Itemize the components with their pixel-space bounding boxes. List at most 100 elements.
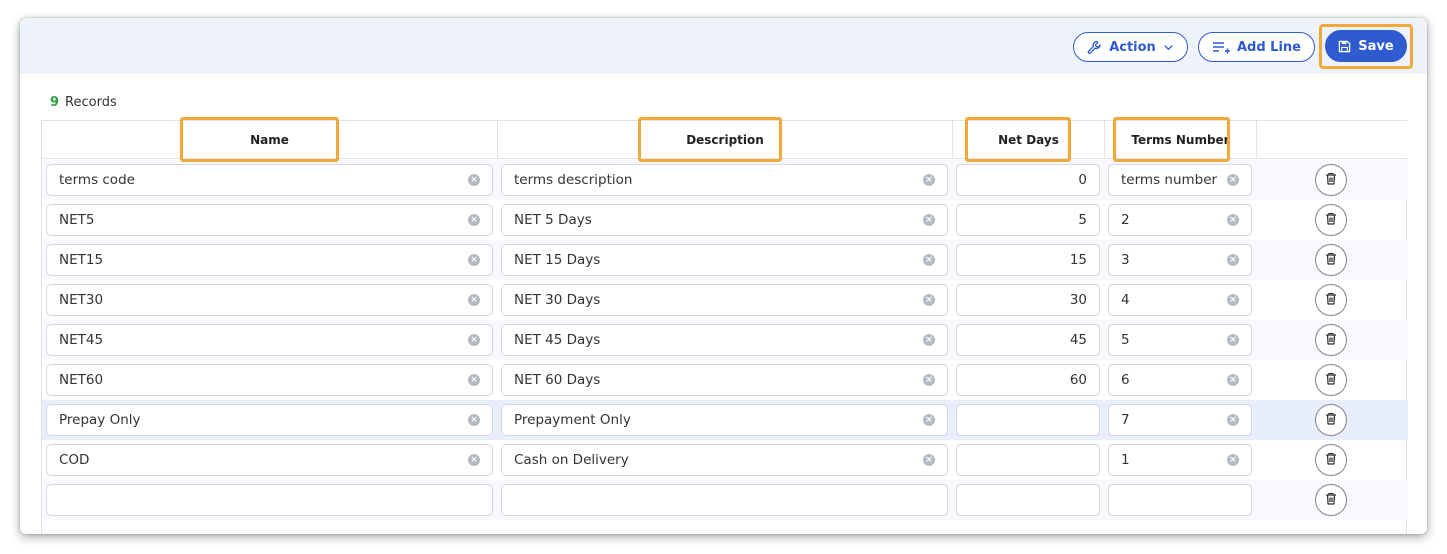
name-input[interactable]: NET30 × <box>46 284 493 316</box>
table-row: NET15 × NET 15 Days × 15 3 × <box>42 240 1408 280</box>
column-header-description[interactable]: Description <box>498 121 953 159</box>
clear-x-icon[interactable]: × <box>1227 414 1239 426</box>
terms-number-input[interactable]: 5 × <box>1108 324 1252 356</box>
net-days-input[interactable] <box>956 444 1100 476</box>
terms-number-value: 7 <box>1121 412 1130 428</box>
clear-x-icon[interactable]: × <box>923 254 935 266</box>
clear-x-icon[interactable]: × <box>468 374 480 386</box>
description-value: NET 60 Days <box>514 372 601 388</box>
add-line-button[interactable]: Add Line <box>1198 32 1315 62</box>
column-header-net-days[interactable]: Net Days <box>953 121 1105 159</box>
delete-row-button[interactable] <box>1315 164 1347 196</box>
column-header-label: Description <box>686 133 764 147</box>
clear-x-icon[interactable]: × <box>1227 454 1239 466</box>
table-row: NET60 × NET 60 Days × 60 6 × <box>42 360 1408 400</box>
description-input[interactable]: NET 5 Days × <box>501 204 948 236</box>
net-days-input[interactable]: 60 <box>956 364 1100 396</box>
delete-row-button[interactable] <box>1315 324 1347 356</box>
description-value: terms description <box>514 172 633 188</box>
clear-x-icon[interactable]: × <box>923 374 935 386</box>
column-header-terms-number[interactable]: Terms Number <box>1105 121 1257 159</box>
clear-x-icon[interactable]: × <box>468 174 480 186</box>
name-input[interactable]: NET60 × <box>46 364 493 396</box>
delete-row-button[interactable] <box>1315 244 1347 276</box>
clear-x-icon[interactable]: × <box>468 254 480 266</box>
description-input[interactable]: NET 60 Days × <box>501 364 948 396</box>
name-input[interactable]: NET45 × <box>46 324 493 356</box>
description-input[interactable]: Cash on Delivery × <box>501 444 948 476</box>
trash-icon <box>1324 171 1338 190</box>
description-input[interactable] <box>501 484 948 516</box>
clear-x-icon[interactable]: × <box>1227 294 1239 306</box>
clear-x-icon[interactable]: × <box>923 414 935 426</box>
clear-x-icon[interactable]: × <box>1227 174 1239 186</box>
clear-x-icon[interactable]: × <box>1227 374 1239 386</box>
delete-row-button[interactable] <box>1315 364 1347 396</box>
net-days-input[interactable]: 30 <box>956 284 1100 316</box>
name-input[interactable]: NET15 × <box>46 244 493 276</box>
name-input[interactable]: Prepay Only × <box>46 404 493 436</box>
delete-row-button[interactable] <box>1315 444 1347 476</box>
save-button[interactable]: Save <box>1325 30 1407 62</box>
description-input[interactable]: terms description × <box>501 164 948 196</box>
net-days-value: 30 <box>1069 292 1087 308</box>
clear-x-icon[interactable]: × <box>468 294 480 306</box>
terms-number-input[interactable]: 3 × <box>1108 244 1252 276</box>
trash-icon <box>1324 411 1338 430</box>
table-row: Prepay Only × Prepayment Only × 7 × <box>42 400 1408 440</box>
terms-number-input[interactable]: 2 × <box>1108 204 1252 236</box>
terms-number-input[interactable]: 6 × <box>1108 364 1252 396</box>
action-button[interactable]: Action <box>1073 32 1188 62</box>
clear-x-icon[interactable]: × <box>923 294 935 306</box>
terms-number-value: 4 <box>1121 292 1130 308</box>
net-days-value: 45 <box>1069 332 1087 348</box>
floppy-disk-icon <box>1338 40 1351 53</box>
table-row: NET45 × NET 45 Days × 45 5 × <box>42 320 1408 360</box>
name-input[interactable]: terms code × <box>46 164 493 196</box>
delete-row-button[interactable] <box>1315 284 1347 316</box>
trash-icon <box>1324 251 1338 270</box>
net-days-value: 60 <box>1069 372 1087 388</box>
list-add-icon <box>1212 40 1230 54</box>
terms-number-value: 6 <box>1121 372 1130 388</box>
description-input[interactable]: NET 30 Days × <box>501 284 948 316</box>
clear-x-icon[interactable]: × <box>923 454 935 466</box>
clear-x-icon[interactable]: × <box>1227 254 1239 266</box>
net-days-input[interactable] <box>956 484 1100 516</box>
chevron-down-icon <box>1163 42 1174 53</box>
delete-row-button[interactable] <box>1315 404 1347 436</box>
clear-x-icon[interactable]: × <box>468 334 480 346</box>
terms-number-input[interactable]: 7 × <box>1108 404 1252 436</box>
clear-x-icon[interactable]: × <box>468 414 480 426</box>
delete-row-button[interactable] <box>1315 484 1347 516</box>
name-input[interactable]: COD × <box>46 444 493 476</box>
clear-x-icon[interactable]: × <box>923 334 935 346</box>
clear-x-icon[interactable]: × <box>468 454 480 466</box>
terms-number-input[interactable] <box>1108 484 1252 516</box>
net-days-input[interactable]: 45 <box>956 324 1100 356</box>
clear-x-icon[interactable]: × <box>1227 214 1239 226</box>
delete-row-button[interactable] <box>1315 204 1347 236</box>
terms-number-input[interactable]: 4 × <box>1108 284 1252 316</box>
clear-x-icon[interactable]: × <box>923 214 935 226</box>
name-input[interactable] <box>46 484 493 516</box>
clear-x-icon[interactable]: × <box>1227 334 1239 346</box>
clear-x-icon[interactable]: × <box>468 214 480 226</box>
net-days-input[interactable] <box>956 404 1100 436</box>
net-days-input[interactable]: 0 <box>956 164 1100 196</box>
name-value: NET30 <box>59 292 104 308</box>
add-line-label: Add Line <box>1236 39 1301 55</box>
name-input[interactable]: NET5 × <box>46 204 493 236</box>
description-input[interactable]: NET 15 Days × <box>501 244 948 276</box>
description-input[interactable]: Prepayment Only × <box>501 404 948 436</box>
net-days-input[interactable]: 5 <box>956 204 1100 236</box>
name-value: NET60 <box>59 372 104 388</box>
terms-number-input[interactable]: terms number × <box>1108 164 1252 196</box>
app-frame: Action Add Line Save 9 Records Name Descr… <box>20 18 1427 534</box>
column-header-label: Terms Number <box>1131 133 1230 147</box>
description-input[interactable]: NET 45 Days × <box>501 324 948 356</box>
clear-x-icon[interactable]: × <box>923 174 935 186</box>
column-header-name[interactable]: Name <box>42 121 498 159</box>
net-days-input[interactable]: 15 <box>956 244 1100 276</box>
terms-number-input[interactable]: 1 × <box>1108 444 1252 476</box>
